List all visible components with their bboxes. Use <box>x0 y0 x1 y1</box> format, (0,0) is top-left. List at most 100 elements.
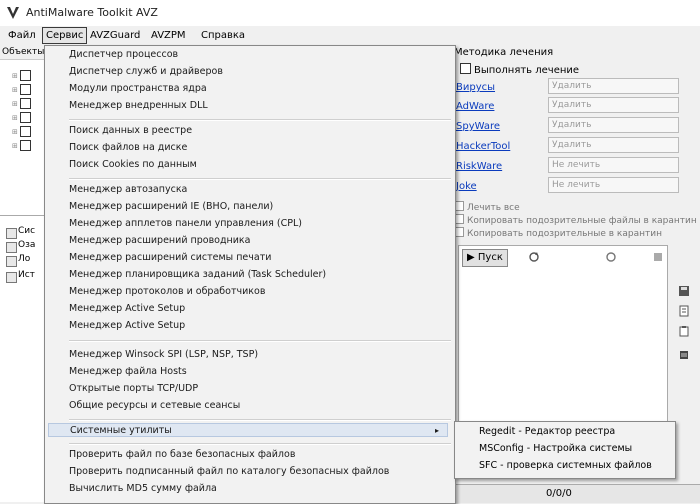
option-cure-all[interactable]: Лечить все <box>454 201 520 213</box>
threat-link-hackertool[interactable]: HackerTool <box>456 141 510 152</box>
menu-item-md5-sum[interactable]: Вычислить MD5 сумму файла <box>69 482 217 496</box>
menu-item-cpl-manager[interactable]: Менеджер апплетов панели управления (CPL… <box>69 217 302 231</box>
menu-item-explorer-extensions[interactable]: Менеджер расширений проводника <box>69 234 251 248</box>
menu-separator <box>69 419 451 421</box>
app-icon <box>7 7 19 19</box>
tree-checkbox[interactable] <box>20 126 31 137</box>
tree-item[interactable]: ⊞ <box>12 97 38 109</box>
tree-checkbox[interactable] <box>20 70 31 81</box>
stop-icon[interactable] <box>605 251 617 263</box>
threat-link-viruses[interactable]: Вирусы <box>456 82 495 93</box>
treatment-header: Методика лечения <box>454 47 554 58</box>
menu-file[interactable]: Файл <box>5 28 39 43</box>
menu-item-autorun-manager[interactable]: Менеджер автозапуска <box>69 183 187 197</box>
menu-separator <box>69 340 451 342</box>
menu-item-open-ports[interactable]: Открытые порты TCP/UDP <box>69 382 198 396</box>
menu-avzguard[interactable]: AVZGuard <box>87 28 143 43</box>
save-icon[interactable] <box>678 285 690 297</box>
threat-action-spyware[interactable]: Удалить <box>548 117 679 133</box>
option-quarantine[interactable]: Копировать подозрительные в карантин <box>454 227 662 239</box>
menu-item-task-scheduler[interactable]: Менеджер планировщика заданий (Task Sche… <box>69 268 326 282</box>
menu-item-active-setup-2[interactable]: Менеджер Active Setup <box>69 319 185 333</box>
threat-link-joke[interactable]: Joke <box>456 181 477 192</box>
window-title: AntiMalware Toolkit AVZ <box>26 6 158 19</box>
left-lower-panel: Сис Оза Ло Ист <box>0 215 44 296</box>
menu-separator <box>69 443 451 445</box>
start-button[interactable]: ▶ Пуск <box>462 249 508 267</box>
menu-help[interactable]: Справка <box>198 28 248 43</box>
tree-item[interactable]: ⊞ <box>12 111 38 123</box>
menu-item-network-shares[interactable]: Общие ресурсы и сетевые сеансы <box>69 399 240 413</box>
menu-item-kernel-modules[interactable]: Модули пространства ядра <box>69 82 207 96</box>
print-icon[interactable] <box>678 305 690 317</box>
menu-item-services-drivers[interactable]: Диспетчер служб и драйверов <box>69 65 223 79</box>
tree-item[interactable]: ⊞ <box>12 83 38 95</box>
menu-item-active-setup[interactable]: Менеджер Active Setup <box>69 302 185 316</box>
menu-item-dll-manager[interactable]: Менеджер внедренных DLL <box>69 99 208 113</box>
threat-action-hackertool[interactable]: Удалить <box>548 137 679 153</box>
tree-checkbox[interactable] <box>20 140 31 151</box>
refresh-icon[interactable] <box>528 251 540 263</box>
menu-avzpm[interactable]: AVZPM <box>148 28 189 43</box>
list-item[interactable]: Ист <box>6 270 35 283</box>
menu-item-hosts-manager[interactable]: Менеджер файла Hosts <box>69 365 187 379</box>
left-pane-header: Объекты <box>0 45 46 60</box>
menu-item-ie-extensions[interactable]: Менеджер расширений IE (BHO, панели) <box>69 200 273 214</box>
menu-item-print-extensions[interactable]: Менеджер расширений системы печати <box>69 251 271 265</box>
submenu-item-msconfig[interactable]: MSConfig - Настройка системы <box>479 442 632 456</box>
menu-bar: Файл Сервис AVZGuard AVZPM Справка <box>0 26 700 45</box>
option-quarantine-suspicious[interactable]: Копировать подозрительные файлы в карант… <box>454 214 697 226</box>
tree-item[interactable]: ⊞ <box>12 139 38 151</box>
menu-item-protocol-handlers[interactable]: Менеджер протоколов и обработчиков <box>69 285 265 299</box>
threat-link-adware[interactable]: AdWare <box>456 101 494 112</box>
title-bar: AntiMalware Toolkit AVZ <box>0 0 700 27</box>
item-icon <box>6 272 17 283</box>
expand-icon[interactable]: ⊞ <box>12 114 18 122</box>
system-utilities-submenu: Regedit - Редактор реестра MSConfig - На… <box>454 421 676 479</box>
tree-checkbox[interactable] <box>20 98 31 109</box>
clear-icon[interactable] <box>678 349 690 361</box>
status-counter: 0/0/0 <box>546 488 572 499</box>
tree-checkbox[interactable] <box>20 84 31 95</box>
perform-treatment-checkbox[interactable]: Выполнять лечение <box>460 63 579 76</box>
clipboard-icon[interactable] <box>678 325 690 337</box>
status-bar: 0/0/0 <box>450 484 700 503</box>
menu-item-cookie-search[interactable]: Поиск Cookies по данным <box>69 158 197 172</box>
menu-item-process-manager[interactable]: Диспетчер процессов <box>69 48 178 62</box>
submenu-item-sfc[interactable]: SFC - проверка системных файлов <box>479 459 652 473</box>
threat-action-viruses[interactable]: Удалить <box>548 78 679 94</box>
threat-link-spyware[interactable]: SpyWare <box>456 121 500 132</box>
menu-service[interactable]: Сервис <box>42 27 88 44</box>
threat-action-adware[interactable]: Удалить <box>548 97 679 113</box>
submenu-item-regedit[interactable]: Regedit - Редактор реестра <box>479 425 615 439</box>
menu-item-check-file-db[interactable]: Проверить файл по базе безопасных файлов <box>69 448 295 462</box>
menu-separator <box>69 119 451 121</box>
submenu-arrow-icon: ▸ <box>434 426 439 435</box>
menu-item-system-utilities[interactable]: Системные утилиты ▸ <box>48 423 448 437</box>
threat-action-riskware[interactable]: Не лечить <box>548 157 679 173</box>
threat-link-riskware[interactable]: RiskWare <box>456 161 502 172</box>
item-icon <box>6 256 17 267</box>
expand-icon[interactable]: ⊞ <box>12 72 18 80</box>
play-icon: ▶ <box>467 252 475 263</box>
expand-icon[interactable]: ⊞ <box>12 142 18 150</box>
list-item[interactable]: Ло <box>6 254 30 267</box>
threat-action-joke[interactable]: Не лечить <box>548 177 679 193</box>
expand-icon[interactable]: ⊞ <box>12 100 18 108</box>
item-icon <box>6 228 17 239</box>
left-pane: Объекты ⊞ ⊞ ⊞ ⊞ ⊞ ⊞ Сис Оза Ло Ист <box>0 45 46 502</box>
checkbox-icon[interactable] <box>460 63 471 74</box>
list-item[interactable]: Сис <box>6 226 35 239</box>
menu-item-check-signed-file[interactable]: Проверить подписанный файл по каталогу б… <box>69 465 389 479</box>
service-menu: Диспетчер процессов Диспетчер служб и др… <box>44 45 456 504</box>
menu-item-registry-search[interactable]: Поиск данных в реестре <box>69 124 192 138</box>
list-item[interactable]: Оза <box>6 240 35 253</box>
expand-icon[interactable]: ⊞ <box>12 86 18 94</box>
tree-item[interactable]: ⊞ <box>12 69 38 81</box>
tree-item[interactable]: ⊞ <box>12 125 38 137</box>
tree-checkbox[interactable] <box>20 112 31 123</box>
menu-item-winsock-spi[interactable]: Менеджер Winsock SPI (LSP, NSP, TSP) <box>69 348 258 362</box>
menu-item-file-search[interactable]: Поиск файлов на диске <box>69 141 187 155</box>
settings-icon[interactable] <box>652 251 664 263</box>
expand-icon[interactable]: ⊞ <box>12 128 18 136</box>
